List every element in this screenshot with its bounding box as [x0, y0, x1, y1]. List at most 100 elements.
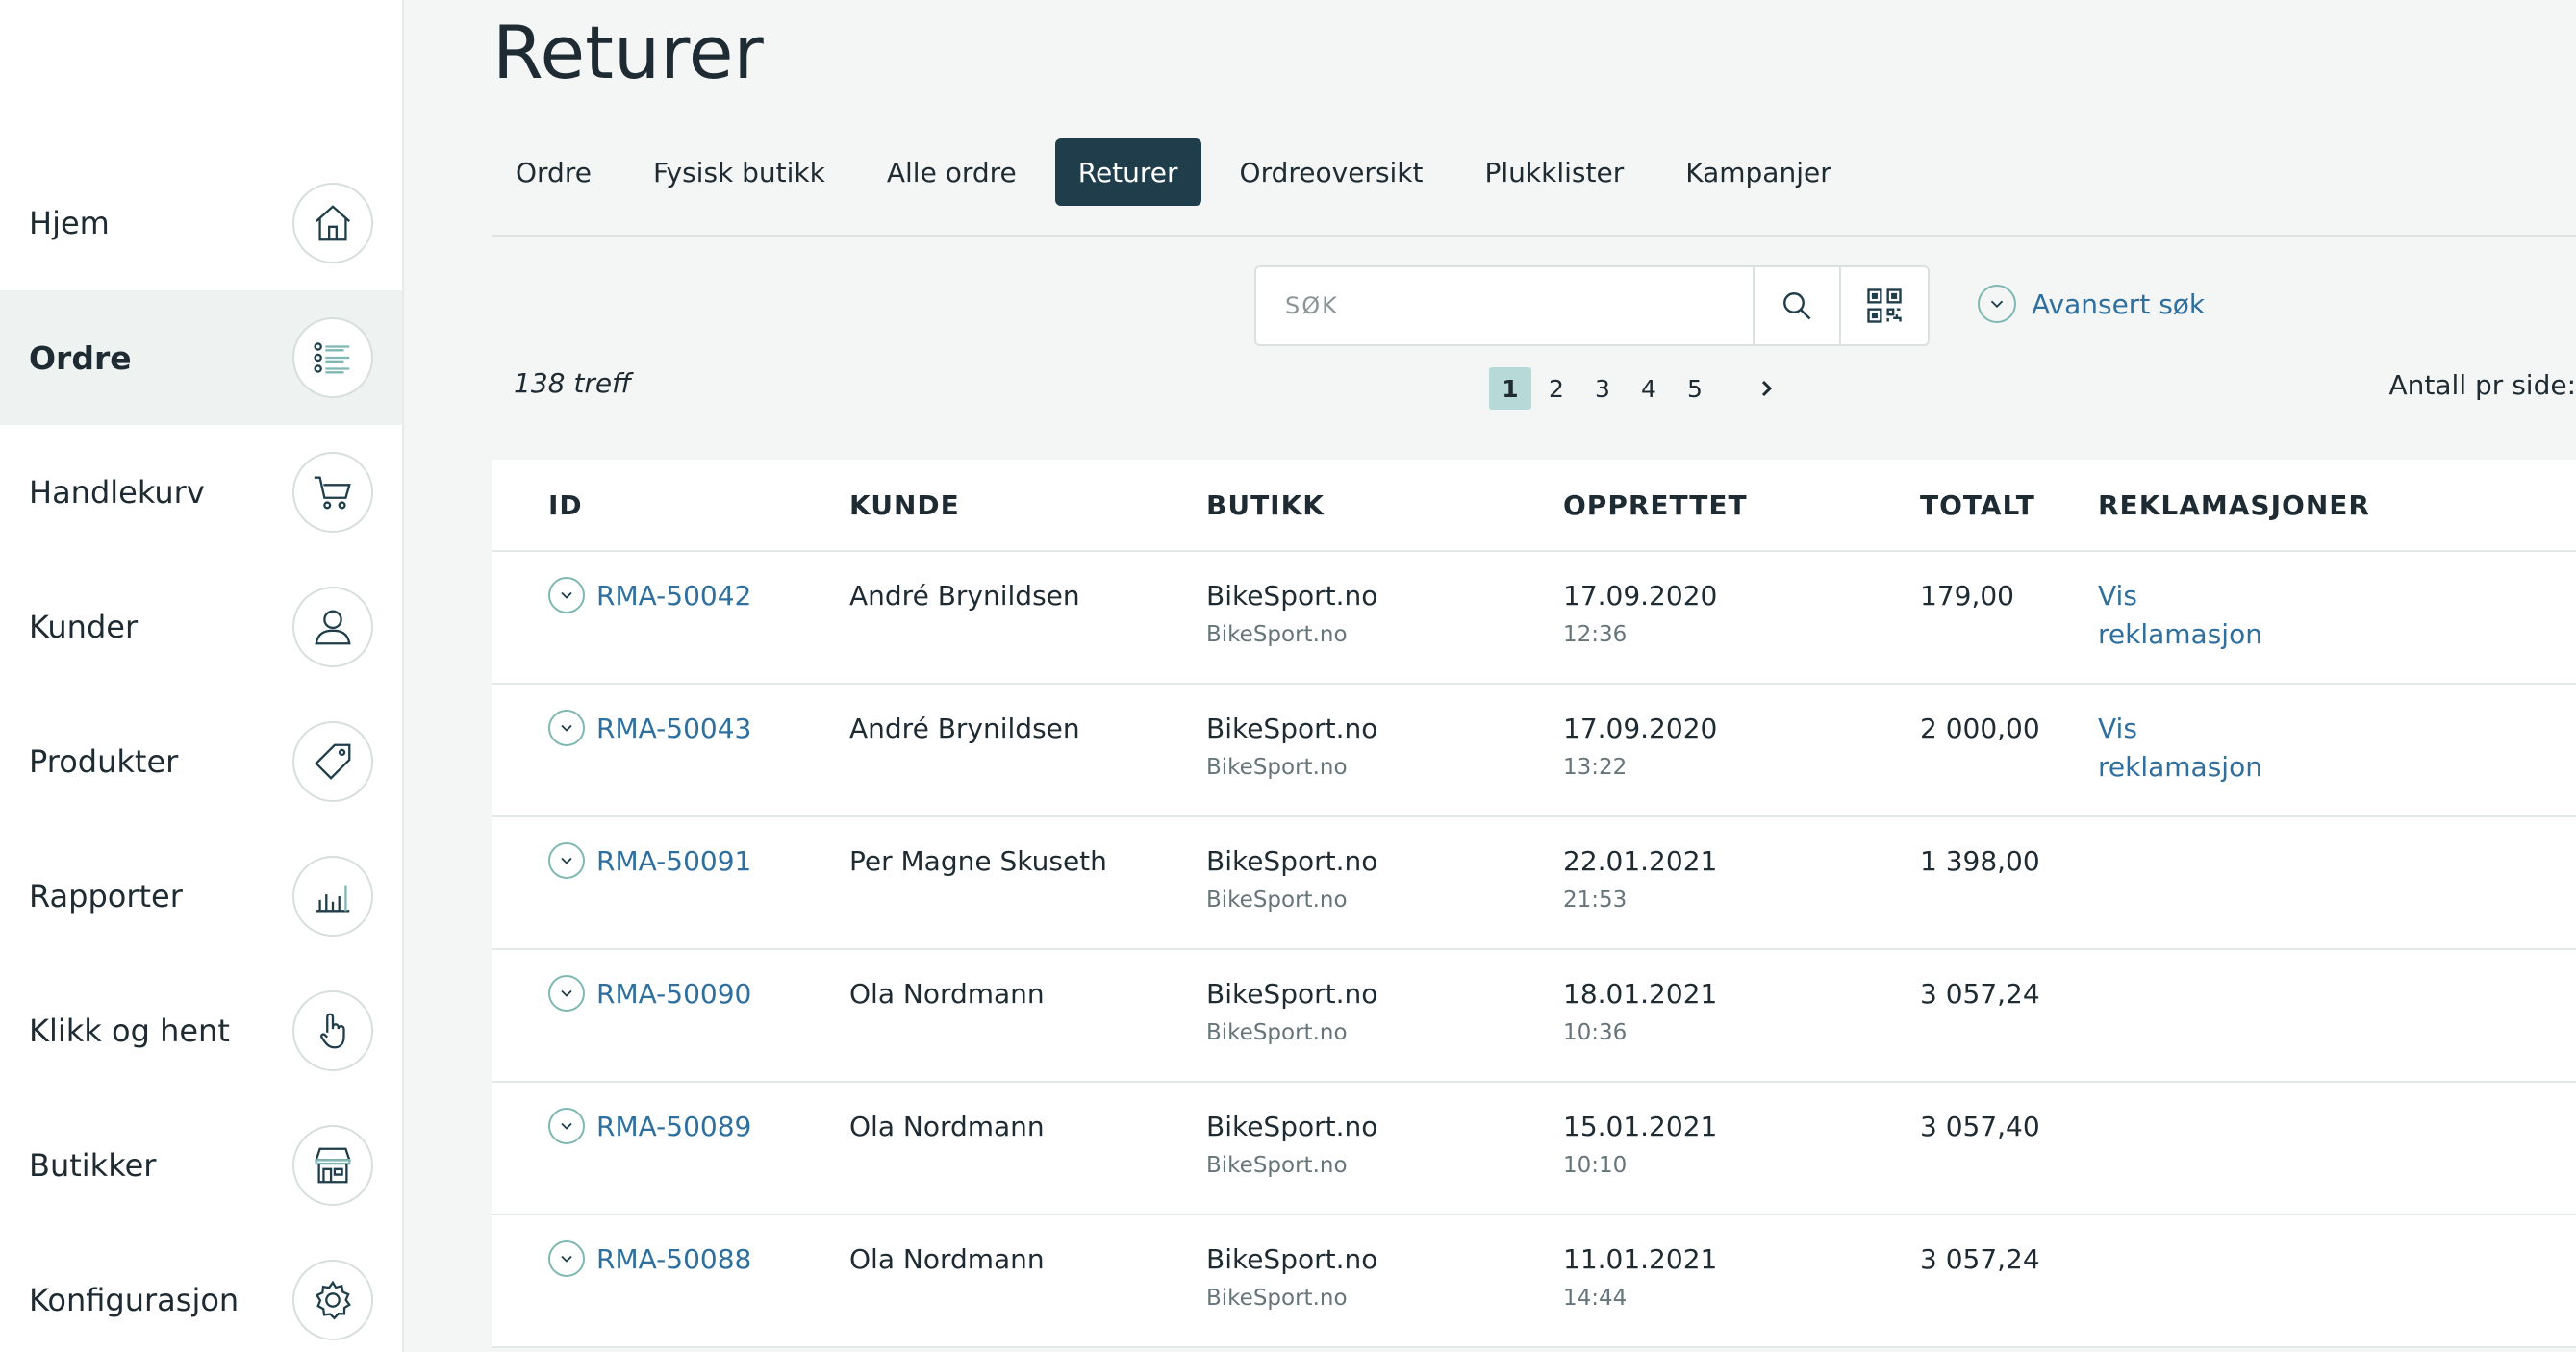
- view-claim-link[interactable]: Vis reklamasjon: [2098, 577, 2271, 654]
- next-page-button[interactable]: [1745, 367, 1787, 410]
- sidebar-item-label: Produkter: [29, 743, 179, 780]
- qr-code-icon: [1867, 288, 1902, 323]
- created-time: 10:36: [1563, 1020, 1628, 1045]
- expand-row-chevron-icon[interactable]: [548, 975, 585, 1012]
- page-4[interactable]: 4: [1628, 367, 1670, 410]
- user-icon: [292, 587, 373, 667]
- sidebar-item-label: Butikker: [29, 1147, 157, 1184]
- tabs-divider: [492, 235, 2576, 237]
- table-row: RMA-50088 Ola Nordmann BikeSport.no BikeS…: [492, 1215, 2576, 1348]
- return-id-link[interactable]: RMA-50042: [596, 580, 751, 612]
- page-2[interactable]: 2: [1535, 367, 1578, 410]
- tab-returer[interactable]: Returer: [1054, 138, 1201, 206]
- search-bar: [1254, 265, 1930, 346]
- table-header: ID KUNDE BUTIKK OPPRETTET TOTALT REKLAMA…: [492, 460, 2576, 552]
- tab-fysisk-butikk[interactable]: Fysisk butikk: [630, 138, 848, 206]
- cart-icon: [292, 452, 373, 533]
- customer-name: André Brynildsen: [849, 713, 1080, 744]
- search-icon: [1783, 292, 1811, 320]
- sidebar-item-klikk-og-hent[interactable]: Klikk og hent: [0, 964, 402, 1098]
- pagination: 1 2 3 4 5: [1489, 367, 1787, 410]
- page-5[interactable]: 5: [1674, 367, 1716, 410]
- store-name: BikeSport.no: [1206, 1243, 1378, 1275]
- store-subname: BikeSport.no: [1206, 1020, 1348, 1045]
- hand-pointer-icon: [292, 990, 373, 1071]
- created-date: 15.01.2021: [1563, 1111, 1718, 1142]
- return-id-link[interactable]: RMA-50043: [596, 713, 751, 744]
- tab-alle-ordre[interactable]: Alle ordre: [864, 138, 1040, 206]
- total-amount: 2 000,00: [1920, 713, 2040, 744]
- customer-name: Ola Nordmann: [849, 1111, 1045, 1142]
- store-name: BikeSport.no: [1206, 713, 1378, 744]
- return-id-link[interactable]: RMA-50089: [596, 1111, 751, 1142]
- expand-row-chevron-icon[interactable]: [548, 577, 585, 613]
- sidebar-item-produkter[interactable]: Produkter: [0, 694, 402, 829]
- qr-scan-button[interactable]: [1841, 265, 1930, 346]
- expand-row-chevron-icon[interactable]: [548, 1108, 585, 1144]
- sidebar-item-kunder[interactable]: Kunder: [0, 560, 402, 694]
- hit-count: 138 treff: [514, 367, 632, 399]
- tab-kampanjer[interactable]: Kampanjer: [1662, 138, 1855, 206]
- column-header-totalt[interactable]: TOTALT: [1920, 489, 2098, 521]
- created-time: 13:22: [1563, 755, 1628, 780]
- customer-name: Ola Nordmann: [849, 978, 1045, 1010]
- column-header-id[interactable]: ID: [492, 489, 849, 521]
- sidebar-item-rapporter[interactable]: Rapporter: [0, 829, 402, 964]
- created-time: 21:53: [1563, 888, 1628, 913]
- store-name: BikeSport.no: [1206, 1111, 1378, 1142]
- sidebar-item-label: Rapporter: [29, 878, 183, 914]
- view-claim-link[interactable]: Vis reklamasjon: [2098, 710, 2271, 787]
- tab-ordre[interactable]: Ordre: [492, 138, 615, 206]
- total-amount: 3 057,24: [1920, 1243, 2040, 1275]
- home-icon: [292, 183, 373, 263]
- sidebar: Hjem Ordre Handlekurv Kunder Produkter R…: [0, 0, 404, 1352]
- sidebar-item-ordre[interactable]: Ordre: [0, 290, 402, 425]
- store-subname: BikeSport.no: [1206, 755, 1348, 780]
- search-input[interactable]: [1254, 265, 1753, 346]
- advanced-search-toggle[interactable]: Avansert søk: [1978, 285, 2205, 323]
- gear-icon: [292, 1260, 373, 1340]
- return-id-link[interactable]: RMA-50091: [596, 845, 751, 877]
- sidebar-item-label: Hjem: [29, 205, 110, 241]
- sidebar-item-label: Ordre: [29, 338, 132, 377]
- created-date: 22.01.2021: [1563, 845, 1718, 877]
- page-1[interactable]: 1: [1489, 367, 1531, 410]
- table-row: RMA-50090 Ola Nordmann BikeSport.no BikeS…: [492, 950, 2576, 1083]
- returns-table: ID KUNDE BUTIKK OPPRETTET TOTALT REKLAMA…: [492, 460, 2576, 1348]
- sidebar-item-hjem[interactable]: Hjem: [0, 156, 402, 290]
- page-3[interactable]: 3: [1581, 367, 1624, 410]
- search-button[interactable]: [1753, 265, 1841, 346]
- customer-name: Per Magne Skuseth: [849, 845, 1107, 877]
- store-subname: BikeSport.no: [1206, 1153, 1348, 1178]
- sidebar-nav: Hjem Ordre Handlekurv Kunder Produkter R…: [0, 156, 402, 1352]
- column-header-opprettet[interactable]: OPPRETTET: [1563, 489, 1920, 521]
- tag-icon: [292, 721, 373, 802]
- created-date: 11.01.2021: [1563, 1243, 1718, 1275]
- total-amount: 179,00: [1920, 580, 2014, 612]
- created-date: 17.09.2020: [1563, 580, 1718, 612]
- total-amount: 3 057,40: [1920, 1111, 2040, 1142]
- created-time: 10:10: [1563, 1153, 1628, 1178]
- page-title: Returer: [492, 10, 764, 95]
- column-header-reklamasjoner: REKLAMASJONER: [2098, 488, 2370, 521]
- expand-row-chevron-icon[interactable]: [548, 1240, 585, 1277]
- return-id-link[interactable]: RMA-50090: [596, 978, 751, 1010]
- sidebar-item-handlekurv[interactable]: Handlekurv: [0, 425, 402, 560]
- tab-plukklister[interactable]: Plukklister: [1462, 138, 1648, 206]
- expand-row-chevron-icon[interactable]: [548, 710, 585, 746]
- column-header-butikk[interactable]: BUTIKK: [1206, 489, 1563, 521]
- advanced-search-label: Avansert søk: [2032, 288, 2206, 320]
- table-row: RMA-50089 Ola Nordmann BikeSport.no BikeS…: [492, 1083, 2576, 1215]
- return-id-link[interactable]: RMA-50088: [596, 1243, 751, 1275]
- expand-row-chevron-icon[interactable]: [548, 842, 585, 879]
- created-date: 18.01.2021: [1563, 978, 1718, 1010]
- per-page-label: Antall pr side:: [2388, 369, 2576, 401]
- store-subname: BikeSport.no: [1206, 622, 1348, 647]
- store-subname: BikeSport.no: [1206, 1286, 1348, 1311]
- tab-ordreoversikt[interactable]: Ordreoversikt: [1217, 138, 1447, 206]
- column-header-kunde[interactable]: KUNDE: [849, 489, 1206, 521]
- sidebar-item-butikker[interactable]: Butikker: [0, 1098, 402, 1233]
- sidebar-item-konfigurasjon[interactable]: Konfigurasjon: [0, 1233, 402, 1352]
- main-content: Returer Ordre Fysisk butikk Alle ordre R…: [492, 0, 2576, 1352]
- total-amount: 1 398,00: [1920, 845, 2040, 877]
